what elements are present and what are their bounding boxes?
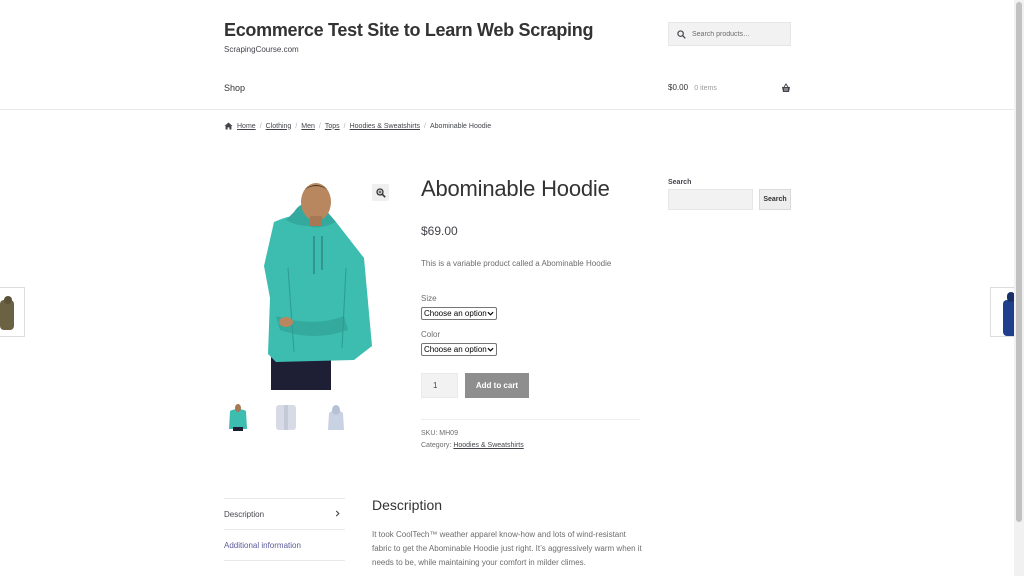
site-description: ScrapingCourse.com bbox=[224, 45, 299, 54]
sidebar-search-button[interactable]: Search bbox=[759, 189, 791, 210]
previous-product-thumbnail bbox=[0, 296, 14, 330]
breadcrumb-separator: / bbox=[259, 122, 262, 130]
color-select-value: Choose an option bbox=[424, 345, 487, 354]
breadcrumb-clothing[interactable]: Clothing bbox=[266, 123, 292, 130]
breadcrumb-separator: / bbox=[318, 122, 321, 130]
category-link[interactable]: Hoodies & Sweatshirts bbox=[453, 442, 523, 449]
header-search[interactable] bbox=[668, 22, 791, 46]
sidebar-search-heading: Search bbox=[668, 179, 692, 186]
header-search-input[interactable] bbox=[692, 30, 787, 38]
category-label: Category: bbox=[421, 442, 452, 449]
color-label: Color bbox=[421, 330, 441, 339]
chevron-down-icon bbox=[487, 311, 494, 316]
chevron-down-icon bbox=[487, 347, 494, 352]
breadcrumb-tops[interactable]: Tops bbox=[325, 123, 340, 130]
breadcrumb-separator: / bbox=[424, 122, 426, 130]
product-sku: SKU: MH09 bbox=[421, 430, 458, 437]
product-price: $69.00 bbox=[421, 224, 458, 238]
tab-additional-information[interactable]: Additional information bbox=[224, 529, 345, 560]
size-label: Size bbox=[421, 294, 437, 303]
sku-label: SKU: bbox=[421, 430, 438, 437]
header-cart[interactable]: $0.00 0 items bbox=[668, 83, 791, 95]
description-heading: Description bbox=[372, 497, 443, 513]
zoom-icon bbox=[375, 187, 386, 198]
tab-description-label: Description bbox=[224, 509, 265, 519]
breadcrumb-home[interactable]: Home bbox=[237, 123, 256, 130]
zoom-button[interactable] bbox=[372, 184, 389, 201]
breadcrumb-men[interactable]: Men bbox=[301, 123, 315, 130]
cart-count: 0 items bbox=[694, 85, 717, 92]
page-scrollbar[interactable] bbox=[1014, 0, 1024, 576]
product-title: Abominable Hoodie bbox=[421, 176, 610, 201]
cart-amount: $0.00 bbox=[668, 83, 689, 92]
site-title[interactable]: Ecommerce Test Site to Learn Web Scrapin… bbox=[224, 20, 593, 41]
sidebar-search-input[interactable] bbox=[668, 189, 753, 210]
size-select-value: Choose an option bbox=[424, 309, 487, 318]
previous-product-link[interactable] bbox=[0, 287, 25, 337]
product-thumbnail[interactable] bbox=[226, 403, 250, 431]
product-category: Category: Hoodies & Sweatshirts bbox=[421, 442, 524, 449]
breadcrumb-separator: / bbox=[295, 122, 298, 130]
meta-divider bbox=[421, 419, 640, 420]
product-short-description: This is a variable product called a Abom… bbox=[421, 259, 612, 268]
breadcrumb-separator: / bbox=[343, 122, 346, 130]
color-select[interactable]: Choose an option bbox=[421, 343, 497, 356]
breadcrumb-hoodies[interactable]: Hoodies & Sweatshirts bbox=[350, 123, 420, 130]
home-icon bbox=[224, 122, 233, 130]
search-icon bbox=[677, 29, 686, 39]
breadcrumb: Home / Clothing / Men / Tops / Hoodies &… bbox=[224, 122, 491, 130]
description-body: It took CoolTech™ weather apparel know-h… bbox=[372, 530, 642, 567]
sku-value: MH09 bbox=[439, 430, 458, 437]
product-tabs: Description Additional information bbox=[224, 498, 345, 561]
tabs-divider bbox=[224, 560, 345, 561]
next-product-thumbnail bbox=[1003, 292, 1014, 336]
product-thumbnail[interactable] bbox=[273, 403, 299, 431]
tab-additional-information-label: Additional information bbox=[224, 540, 301, 550]
tab-description[interactable]: Description bbox=[224, 498, 345, 529]
add-to-cart-button[interactable]: Add to cart bbox=[465, 373, 529, 398]
product-main-image[interactable] bbox=[224, 178, 391, 392]
breadcrumb-current: Abominable Hoodie bbox=[429, 122, 492, 130]
scrollbar-thumb[interactable] bbox=[1016, 2, 1022, 522]
basket-icon bbox=[782, 83, 790, 92]
quantity-value: 1 bbox=[433, 381, 438, 390]
quantity-input[interactable]: 1 bbox=[421, 373, 458, 398]
next-product-link[interactable] bbox=[990, 287, 1014, 337]
size-select[interactable]: Choose an option bbox=[421, 307, 497, 320]
nav-item-shop[interactable]: Shop bbox=[224, 83, 245, 93]
product-thumbnail[interactable] bbox=[324, 403, 348, 431]
chevron-right-icon bbox=[335, 510, 340, 517]
header-divider bbox=[0, 109, 1014, 110]
